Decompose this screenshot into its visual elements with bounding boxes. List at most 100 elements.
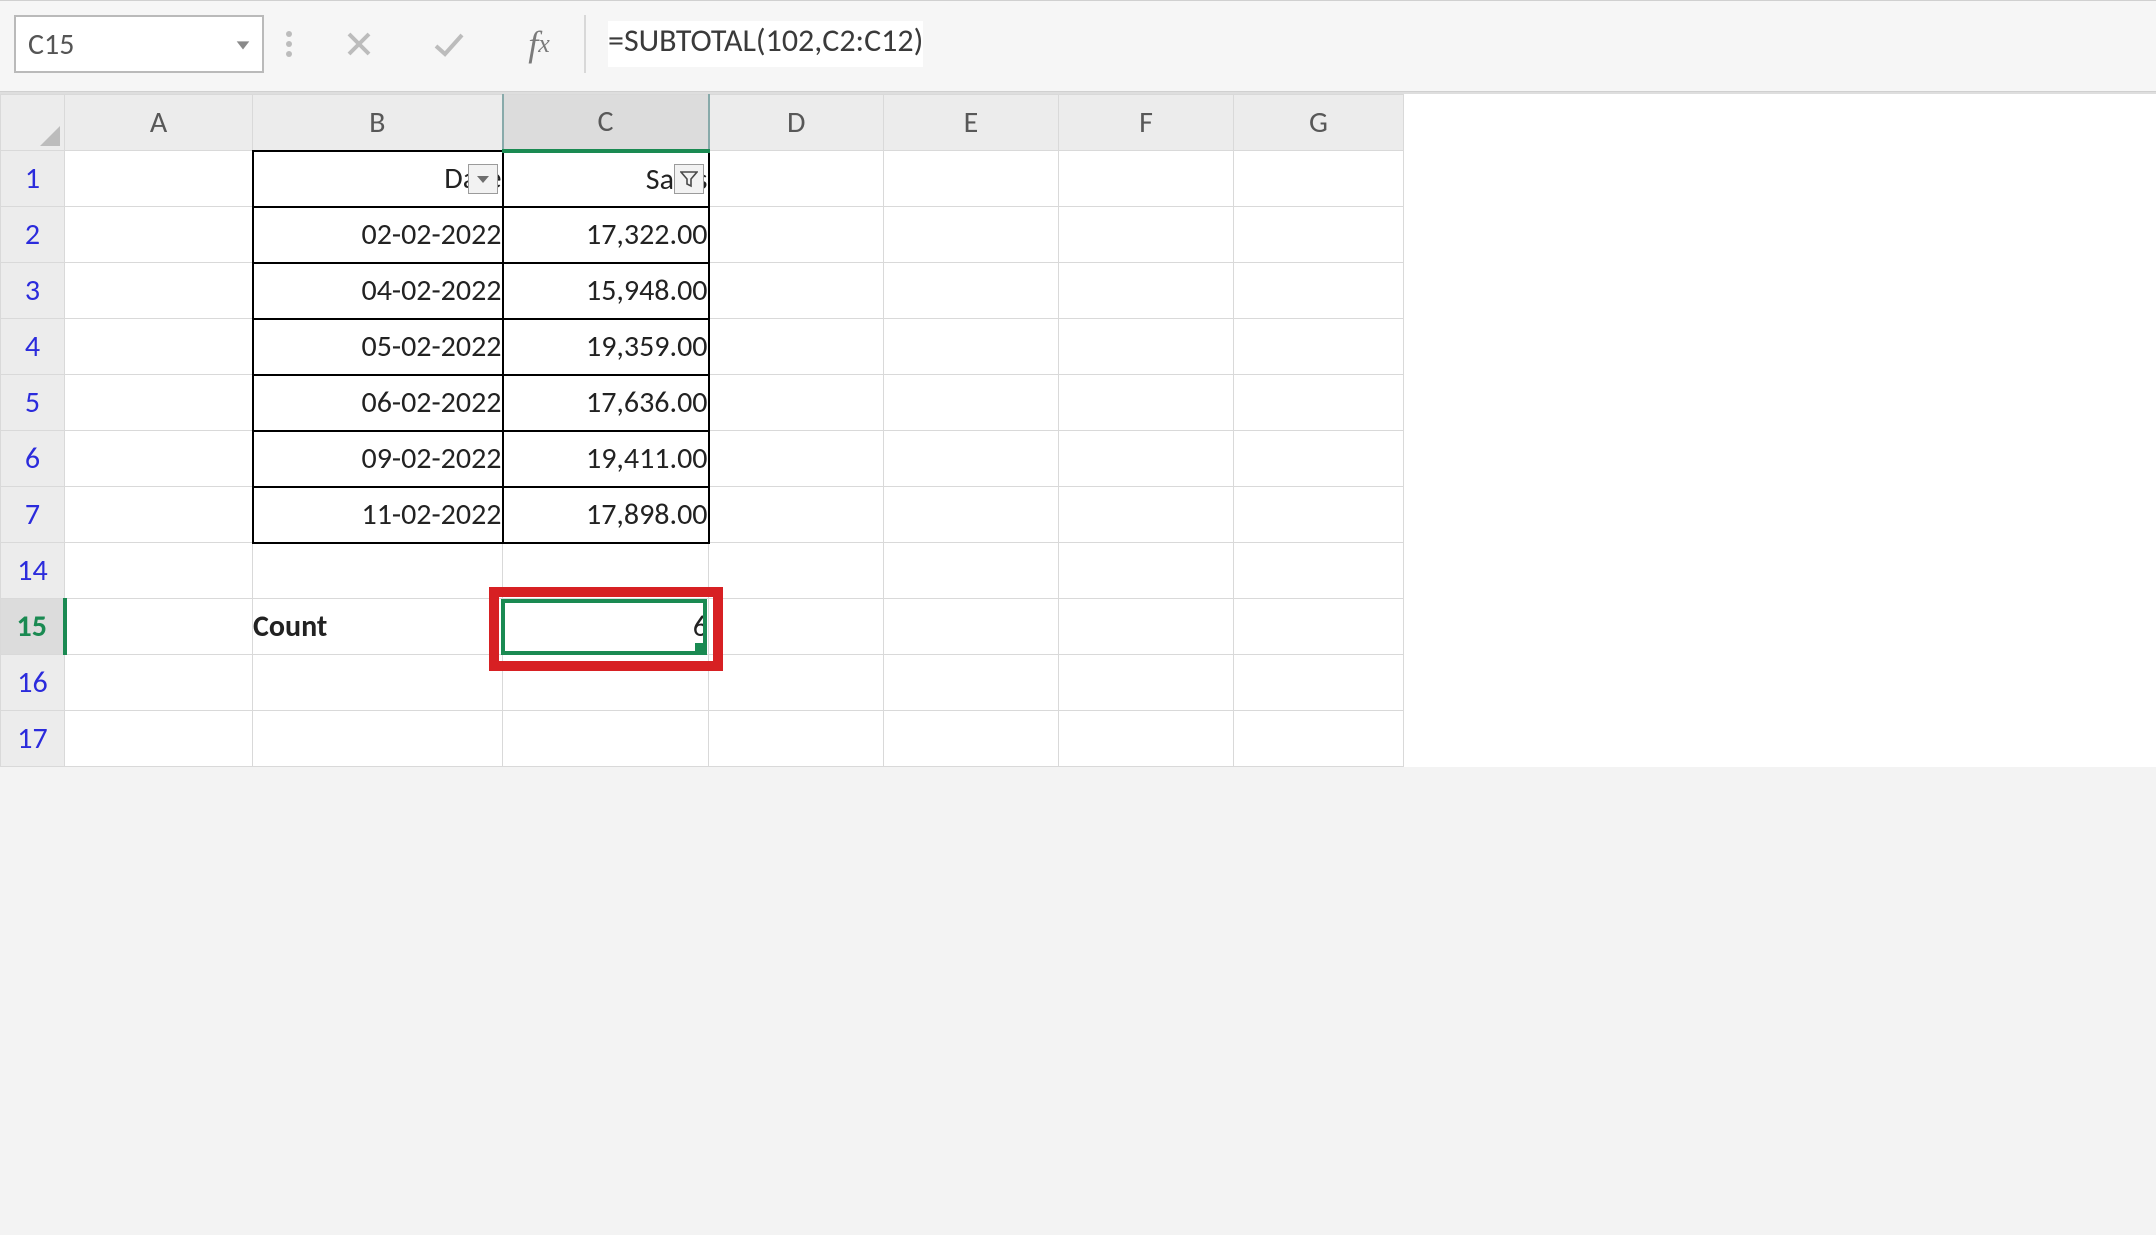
cell-G17[interactable] [1234, 711, 1404, 767]
col-header-B[interactable]: B [253, 95, 503, 151]
cell-E14[interactable] [884, 543, 1059, 599]
cell-D1[interactable] [709, 151, 884, 207]
cell-C2[interactable]: 17,322.00 [503, 207, 709, 263]
name-box[interactable]: C15 [14, 15, 264, 73]
cell-C1-sales-header[interactable]: Sales [503, 151, 709, 207]
cell-D5[interactable] [709, 375, 884, 431]
cell-C16[interactable] [503, 655, 709, 711]
row-header-1[interactable]: 1 [1, 151, 65, 207]
cell-F14[interactable] [1059, 543, 1234, 599]
cell-B5[interactable]: 06-02-2022 [253, 375, 503, 431]
cell-F7[interactable] [1059, 487, 1234, 543]
cell-F1[interactable] [1059, 151, 1234, 207]
cell-D3[interactable] [709, 263, 884, 319]
cell-B15-count-label[interactable]: Count [253, 599, 503, 655]
cell-F6[interactable] [1059, 431, 1234, 487]
fx-icon[interactable]: fx [494, 15, 584, 73]
cell-C17[interactable] [503, 711, 709, 767]
cell-A6[interactable] [65, 431, 253, 487]
cell-A17[interactable] [65, 711, 253, 767]
row-header-3[interactable]: 3 [1, 263, 65, 319]
cell-B14[interactable] [253, 543, 503, 599]
cell-G7[interactable] [1234, 487, 1404, 543]
sheet-area[interactable]: A B C D E F G 1 Date Sales [0, 92, 2156, 767]
col-header-A[interactable]: A [65, 95, 253, 151]
cancel-formula-icon[interactable] [314, 15, 404, 73]
cell-A16[interactable] [65, 655, 253, 711]
cell-E15[interactable] [884, 599, 1059, 655]
cell-C14[interactable] [503, 543, 709, 599]
cell-C15-count-value[interactable]: 6 [503, 599, 709, 655]
grid[interactable]: A B C D E F G 1 Date Sales [0, 94, 1404, 767]
cell-F15[interactable] [1059, 599, 1234, 655]
cell-B1-date-header[interactable]: Date [253, 151, 503, 207]
col-header-C[interactable]: C [503, 95, 709, 151]
cell-B4[interactable]: 05-02-2022 [253, 319, 503, 375]
row-header-4[interactable]: 4 [1, 319, 65, 375]
cell-G5[interactable] [1234, 375, 1404, 431]
cell-G15[interactable] [1234, 599, 1404, 655]
cell-A4[interactable] [65, 319, 253, 375]
cell-D2[interactable] [709, 207, 884, 263]
cell-B17[interactable] [253, 711, 503, 767]
cell-D7[interactable] [709, 487, 884, 543]
cell-G3[interactable] [1234, 263, 1404, 319]
cell-G16[interactable] [1234, 655, 1404, 711]
row-header-17[interactable]: 17 [1, 711, 65, 767]
date-filter-dropdown-icon[interactable] [468, 164, 498, 194]
cell-B6[interactable]: 09-02-2022 [253, 431, 503, 487]
name-box-dropdown-icon[interactable] [234, 26, 252, 63]
cell-G2[interactable] [1234, 207, 1404, 263]
cell-F3[interactable] [1059, 263, 1234, 319]
cell-G14[interactable] [1234, 543, 1404, 599]
cell-D15[interactable] [709, 599, 884, 655]
cell-A5[interactable] [65, 375, 253, 431]
cell-D4[interactable] [709, 319, 884, 375]
cell-A2[interactable] [65, 207, 253, 263]
row-header-16[interactable]: 16 [1, 655, 65, 711]
cell-C3[interactable]: 15,948.00 [503, 263, 709, 319]
cell-F4[interactable] [1059, 319, 1234, 375]
row-header-6[interactable]: 6 [1, 431, 65, 487]
cell-E2[interactable] [884, 207, 1059, 263]
cell-B16[interactable] [253, 655, 503, 711]
cell-G6[interactable] [1234, 431, 1404, 487]
cell-E3[interactable] [884, 263, 1059, 319]
cell-A7[interactable] [65, 487, 253, 543]
cell-F17[interactable] [1059, 711, 1234, 767]
cell-C4[interactable]: 19,359.00 [503, 319, 709, 375]
cell-G1[interactable] [1234, 151, 1404, 207]
cell-B3[interactable]: 04-02-2022 [253, 263, 503, 319]
cell-B7[interactable]: 11-02-2022 [253, 487, 503, 543]
cell-B2[interactable]: 02-02-2022 [253, 207, 503, 263]
cell-A15[interactable] [65, 599, 253, 655]
cell-E17[interactable] [884, 711, 1059, 767]
col-header-F[interactable]: F [1059, 95, 1234, 151]
cell-E5[interactable] [884, 375, 1059, 431]
col-header-G[interactable]: G [1234, 95, 1404, 151]
formula-input[interactable]: =SUBTOTAL(102,C2:C12) [584, 15, 2142, 73]
select-all-corner[interactable] [1, 95, 65, 151]
cell-A1[interactable] [65, 151, 253, 207]
cell-A3[interactable] [65, 263, 253, 319]
row-header-15[interactable]: 15 [1, 599, 65, 655]
cell-D14[interactable] [709, 543, 884, 599]
cell-E16[interactable] [884, 655, 1059, 711]
cell-D6[interactable] [709, 431, 884, 487]
cell-F5[interactable] [1059, 375, 1234, 431]
cell-D16[interactable] [709, 655, 884, 711]
cell-A14[interactable] [65, 543, 253, 599]
sales-filter-active-icon[interactable] [674, 164, 704, 194]
cell-F16[interactable] [1059, 655, 1234, 711]
confirm-formula-icon[interactable] [404, 15, 494, 73]
cell-D17[interactable] [709, 711, 884, 767]
row-header-5[interactable]: 5 [1, 375, 65, 431]
cell-E1[interactable] [884, 151, 1059, 207]
row-header-14[interactable]: 14 [1, 543, 65, 599]
cell-C7[interactable]: 17,898.00 [503, 487, 709, 543]
row-header-2[interactable]: 2 [1, 207, 65, 263]
cell-G4[interactable] [1234, 319, 1404, 375]
col-header-D[interactable]: D [709, 95, 884, 151]
cell-E4[interactable] [884, 319, 1059, 375]
cell-C6[interactable]: 19,411.00 [503, 431, 709, 487]
